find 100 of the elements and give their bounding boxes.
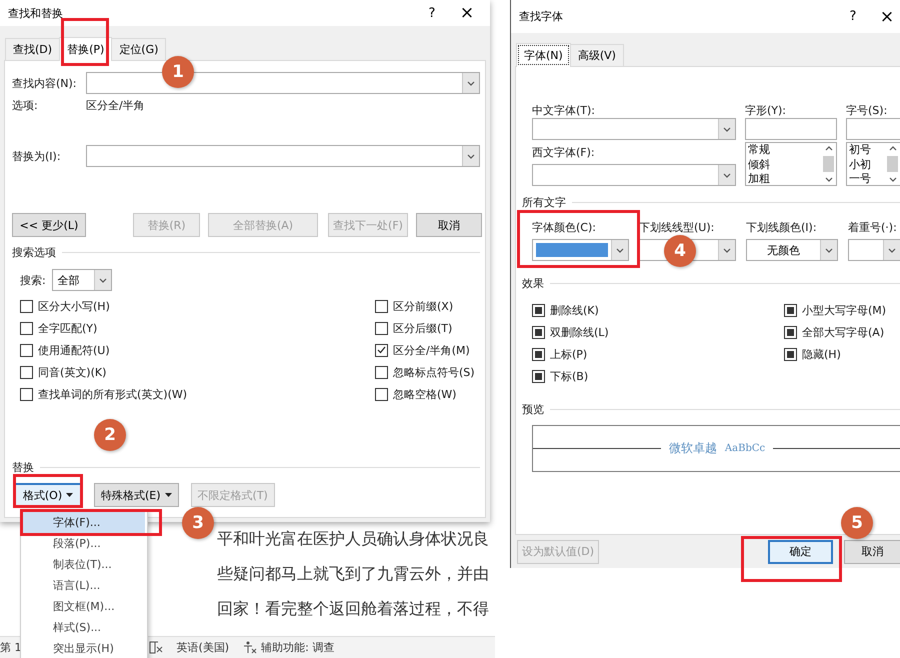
- chevron-up-icon: [824, 146, 832, 151]
- close-button[interactable]: ×: [452, 3, 482, 23]
- menu-item[interactable]: 图文框(M)...: [23, 596, 145, 617]
- checkbox-label: 下标(B): [550, 368, 588, 384]
- window-title: 查找字体: [519, 9, 564, 24]
- field-label: 替换为(I):: [12, 148, 62, 164]
- checkbox-label: 区分前缀(X): [393, 298, 454, 314]
- list-box[interactable]: 常规 倾斜 加粗: [745, 142, 837, 186]
- button[interactable]: 确定: [768, 540, 833, 564]
- close-button[interactable]: ×: [873, 6, 900, 26]
- field-label: 中文字体(T):: [532, 103, 596, 118]
- caret-icon: [164, 493, 172, 497]
- group-label: 所有文字: [522, 195, 566, 210]
- checkbox[interactable]: [20, 300, 33, 312]
- checkbox-label: 全字匹配(Y): [38, 320, 98, 336]
- chevron-down-icon: [824, 177, 832, 182]
- chevron-down-icon: [888, 177, 896, 182]
- list-item[interactable]: 常规: [748, 143, 821, 158]
- group-label: 效果: [522, 276, 544, 291]
- field-label: 字形(Y):: [745, 103, 788, 118]
- highlight-frame: [61, 18, 109, 66]
- checkbox-label: 使用通配符(U): [38, 342, 110, 358]
- text-field[interactable]: [846, 118, 900, 140]
- tab[interactable]: 高级(V): [570, 44, 624, 66]
- accessibility-icon[interactable]: [243, 641, 258, 654]
- help-button[interactable]: ?: [833, 9, 873, 24]
- combo-box[interactable]: 无颜色: [746, 239, 838, 261]
- field-label: 西文字体(F):: [532, 144, 596, 160]
- checkbox-label: 区分全/半角(M): [393, 342, 470, 358]
- group-label: 搜索选项: [12, 245, 56, 260]
- checkbox[interactable]: [20, 388, 33, 400]
- document-text-line: 些疑问都马上就飞到了九霄云外，并由: [217, 563, 490, 585]
- tab[interactable]: 字体(N): [516, 43, 571, 67]
- accessibility-status[interactable]: 辅助功能: 调查: [261, 640, 334, 655]
- button[interactable]: 特殊格式(E): [94, 483, 179, 507]
- checkbox[interactable]: [20, 322, 33, 334]
- menu-item[interactable]: 语言(L)...: [23, 575, 145, 596]
- tab[interactable]: 定位(G): [111, 38, 166, 60]
- list-item[interactable]: 一号: [849, 172, 885, 186]
- combo-box[interactable]: 全部: [52, 269, 112, 291]
- checkbox[interactable]: [20, 344, 33, 356]
- checkbox-label: 同音(英文)(K): [38, 364, 106, 380]
- field-label: 选项:: [12, 98, 39, 113]
- button[interactable]: 取消: [844, 540, 900, 564]
- read-mode-icon[interactable]: [148, 641, 162, 654]
- button[interactable]: << 更少(L): [12, 213, 86, 237]
- window-title: 查找和替换: [8, 6, 64, 20]
- checkbox[interactable]: [784, 348, 797, 360]
- chevron-up-icon: [888, 146, 896, 151]
- text-field[interactable]: [745, 118, 837, 140]
- chevron-down-icon: [723, 172, 731, 178]
- group-label: 替换: [12, 460, 34, 475]
- checkbox-label: 查找单词的所有形式(英文)(W): [38, 386, 188, 402]
- chevron-down-icon: [825, 248, 833, 252]
- chevron-down-icon: [723, 248, 731, 252]
- checkbox-label: 隐藏(H): [802, 346, 841, 362]
- checkbox[interactable]: [375, 388, 388, 400]
- field-label: 搜索:: [20, 272, 46, 288]
- checkbox[interactable]: [20, 366, 33, 378]
- checkbox[interactable]: [532, 304, 545, 316]
- field-label: 查找内容(N):: [12, 76, 78, 90]
- checkbox[interactable]: [375, 344, 388, 356]
- list-box[interactable]: 初号 小初 一号: [846, 142, 900, 186]
- document-text-line: 回家！看完整个返回舱着落过程，不得: [217, 598, 490, 620]
- menu-item[interactable]: 样式(S)...: [23, 617, 145, 638]
- checkbox[interactable]: [532, 348, 545, 360]
- chevron-down-icon: [98, 278, 107, 282]
- checkbox[interactable]: [784, 304, 797, 316]
- group-label: 预览: [522, 402, 544, 417]
- checkbox-label: 全部大写字母(A): [802, 324, 884, 340]
- language-indicator[interactable]: 英语(美国): [176, 640, 230, 655]
- help-button[interactable]: ?: [412, 6, 452, 20]
- checkbox[interactable]: [532, 326, 545, 338]
- tab[interactable]: 查找(D): [5, 38, 60, 60]
- checkbox[interactable]: [375, 300, 388, 312]
- list-item[interactable]: 初号: [849, 143, 885, 158]
- color-picker[interactable]: [532, 239, 629, 261]
- preview-sample: AaBbCc: [724, 443, 766, 454]
- checkbox[interactable]: [375, 322, 388, 334]
- checkbox-label: 上标(P): [550, 346, 588, 362]
- field-label: 着重号(·):: [848, 220, 898, 235]
- chevron-down-icon: [616, 248, 624, 252]
- checkbox-label: 区分后缀(T): [393, 320, 452, 336]
- menu-item[interactable]: 制表位(T)...: [23, 554, 145, 575]
- document-text-line: 平和叶光富在医护人员确认身体状况良: [217, 528, 490, 550]
- checkbox-label: 双删除线(L): [550, 324, 609, 340]
- menu-item[interactable]: 段落(P)...: [23, 533, 145, 554]
- list-item[interactable]: 倾斜: [748, 158, 821, 172]
- menu-item[interactable]: 字体(F)...: [23, 512, 145, 533]
- checkbox-label: 删除线(K): [550, 302, 599, 318]
- checkbox[interactable]: [532, 370, 545, 382]
- menu-item[interactable]: 突出显示(H): [23, 638, 145, 658]
- checkbox[interactable]: [784, 326, 797, 338]
- checkbox-label: 小型大写字母(M): [802, 302, 886, 318]
- button[interactable]: 取消: [416, 213, 482, 237]
- list-item[interactable]: 小初: [849, 158, 885, 172]
- checkbox[interactable]: [375, 366, 388, 378]
- page-indicator: 第 1: [0, 640, 22, 655]
- list-item[interactable]: 加粗: [748, 172, 821, 186]
- checkbox-label: 区分大小写(H): [38, 298, 110, 314]
